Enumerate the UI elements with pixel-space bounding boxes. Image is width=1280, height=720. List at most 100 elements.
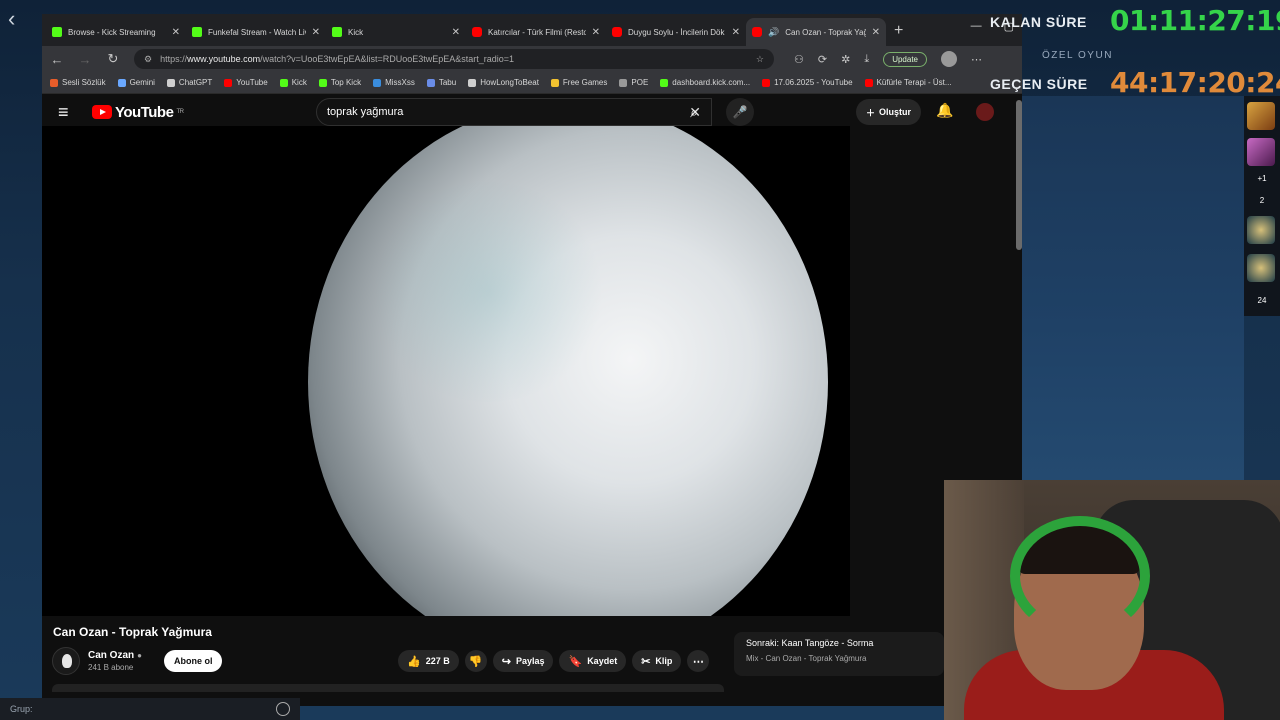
search-input[interactable]: toprak yağmura ✕ xyxy=(316,98,712,126)
page-scrollbar[interactable] xyxy=(1016,100,1022,250)
thumbs-up-icon: 👍 xyxy=(407,655,421,668)
subscribe-button[interactable]: Abone ol xyxy=(163,650,223,672)
bookmark-item[interactable]: YouTube xyxy=(224,78,268,87)
bookmark-item[interactable]: Gemini xyxy=(117,78,155,87)
tab-katircilar[interactable]: Katırcılar - Türk Filmi (Restore ✕ xyxy=(466,18,606,46)
video-player[interactable] xyxy=(42,126,850,616)
search-value: toprak yağmura xyxy=(327,106,404,118)
bookmark-label: 17.06.2025 - YouTube xyxy=(774,78,853,87)
close-icon[interactable]: ✕ xyxy=(592,27,600,38)
close-icon[interactable]: ✕ xyxy=(872,27,880,38)
tab-label: Browse - Kick Streaming xyxy=(68,27,156,37)
level-count: 24 xyxy=(1257,296,1267,305)
youtube-logo[interactable]: YouTube TR xyxy=(92,104,184,121)
bookmark-item[interactable]: MissXss xyxy=(373,78,415,87)
next-video-card[interactable]: Sonraki: Kaan Tangöze - Sorma Mix - Can … xyxy=(734,632,944,676)
clip-button[interactable]: ✂ Klip xyxy=(632,650,682,672)
bookmark-item[interactable]: Top Kick xyxy=(318,78,361,87)
bookmark-label: ChatGPT xyxy=(178,78,213,87)
save-button[interactable]: 🔖 Kaydet xyxy=(559,650,627,672)
close-icon[interactable]: ✕ xyxy=(312,27,320,38)
close-icon[interactable]: ✕ xyxy=(172,27,180,38)
friend-portrait[interactable] xyxy=(1247,138,1275,166)
close-icon[interactable]: ✕ xyxy=(452,27,460,38)
champion-portrait[interactable] xyxy=(1247,102,1275,130)
description-box[interactable] xyxy=(52,684,724,692)
bookmark-item[interactable]: 17.06.2025 - YouTube xyxy=(762,78,853,87)
sync-icon[interactable]: ⟳ xyxy=(818,53,827,66)
bookmark-item[interactable]: Kick xyxy=(279,78,307,87)
bookmark-favicon-icon xyxy=(117,78,126,87)
bookmark-item[interactable]: ChatGPT xyxy=(166,78,213,87)
bookmark-label: Free Games xyxy=(562,78,608,87)
extension-icon[interactable]: ⚇ xyxy=(794,53,804,66)
reload-icon[interactable]: ↻ xyxy=(106,51,120,67)
notifications-bell-icon[interactable]: 🔔 xyxy=(936,102,953,119)
bookmark-label: Küfürle Terapi - Üst... xyxy=(876,78,952,87)
account-avatar[interactable] xyxy=(976,103,994,121)
bookmark-item[interactable]: Free Games xyxy=(550,78,608,87)
tab-label: Can Ozan - Toprak Yağ xyxy=(785,27,866,37)
bookmark-item[interactable]: Tabu xyxy=(426,78,456,87)
tab-label: Kick xyxy=(348,27,364,37)
bookmark-icon: 🔖 xyxy=(568,655,583,668)
kick-icon xyxy=(192,27,202,37)
close-icon[interactable]: ✕ xyxy=(732,27,740,38)
group-label: Grup: xyxy=(10,704,33,714)
puzzle-icon[interactable]: ✲ xyxy=(841,53,850,66)
create-button[interactable]: ＋ Oluştur xyxy=(856,99,922,125)
more-menu-icon[interactable]: ⋯ xyxy=(971,53,982,66)
bookmark-item[interactable]: dashboard.kick.com... xyxy=(660,78,750,87)
bookmark-item[interactable]: Sesli Sözlük xyxy=(50,78,106,87)
tab-bar: Browse - Kick Streaming ✕ Funkefal Stream… xyxy=(42,14,1022,46)
search-icon[interactable]: ⌕ xyxy=(674,98,714,126)
dislike-button[interactable]: 👎 xyxy=(464,650,487,672)
microphone-icon[interactable]: 🎤 xyxy=(726,98,754,126)
tab-duygu-soylu[interactable]: Duygu Soylu - İncilerin Dök ✕ xyxy=(606,18,746,46)
verified-icon: ● xyxy=(137,651,142,660)
url-field[interactable]: ⚙ https://www.youtube.com/watch?v=UooE3t… xyxy=(134,49,774,69)
rank-icon[interactable] xyxy=(1247,216,1275,244)
download-icon[interactable]: ⤓ xyxy=(864,53,869,66)
bookmark-favicon-icon xyxy=(279,78,288,87)
video-title: Can Ozan - Toprak Yağmura xyxy=(53,625,212,639)
stream-back[interactable]: ‹ xyxy=(8,6,15,32)
youtube-header: ≡ YouTube TR toprak yağmura ✕ ⌕ 🎤 ＋ Oluşt… xyxy=(42,94,1022,130)
hamburger-menu-icon[interactable]: ≡ xyxy=(58,102,78,123)
url-path: /watch?v=UooE3twEpEA&list=RDUooE3twEpEA&… xyxy=(260,54,515,64)
back-arrow-icon[interactable]: ‹ xyxy=(8,6,15,32)
youtube-icon xyxy=(472,27,482,37)
back-icon[interactable]: ← xyxy=(50,52,64,67)
tab-label: Katırcılar - Türk Filmi (Restore xyxy=(488,27,586,37)
browser-window: Browse - Kick Streaming ✕ Funkefal Stream… xyxy=(42,14,1022,706)
tab-kick[interactable]: Kick ✕ xyxy=(326,18,466,46)
update-button[interactable]: Update xyxy=(883,51,927,67)
bookmark-item[interactable]: Küfürle Terapi - Üst... xyxy=(864,78,952,87)
like-button[interactable]: 👍 227 B xyxy=(398,650,459,672)
channel-name[interactable]: Can Ozan xyxy=(88,650,134,661)
tab-funkefal[interactable]: Funkefal Stream - Watch Live ✕ xyxy=(186,18,326,46)
bookmark-item[interactable]: POE xyxy=(619,78,648,87)
star-icon[interactable]: ☆ xyxy=(756,54,764,65)
more-actions-button[interactable]: ⋯ xyxy=(687,650,710,672)
group-icon[interactable] xyxy=(276,702,290,716)
site-info-icon[interactable]: ⚙ xyxy=(144,54,152,65)
channel-subscribers: 241 B abone xyxy=(88,663,134,672)
channel-avatar[interactable] xyxy=(52,647,80,675)
tab-label: Funkefal Stream - Watch Live xyxy=(208,27,306,37)
forward-icon[interactable]: → xyxy=(78,52,92,67)
minimize-icon[interactable]: — xyxy=(971,20,982,33)
rank-icon[interactable] xyxy=(1247,254,1275,282)
new-tab-button[interactable]: + xyxy=(886,22,911,46)
tab-can-ozan[interactable]: 🔊 Can Ozan - Toprak Yağ ✕ xyxy=(746,18,886,46)
tab-kick-browse[interactable]: Browse - Kick Streaming ✕ xyxy=(46,18,186,46)
video-frame-planet xyxy=(308,126,828,616)
headset-icon xyxy=(1010,516,1150,636)
share-button[interactable]: ↪ Paylaş xyxy=(492,650,554,672)
bookmark-item[interactable]: HowLongToBeat xyxy=(468,78,539,87)
profile-avatar[interactable] xyxy=(940,51,957,67)
bookmark-favicon-icon xyxy=(660,78,669,87)
logo-region: TR xyxy=(176,109,184,115)
url-host: www.youtube.com xyxy=(187,54,261,64)
remaining-time-value: 01:11:27:19 xyxy=(1110,4,1280,37)
